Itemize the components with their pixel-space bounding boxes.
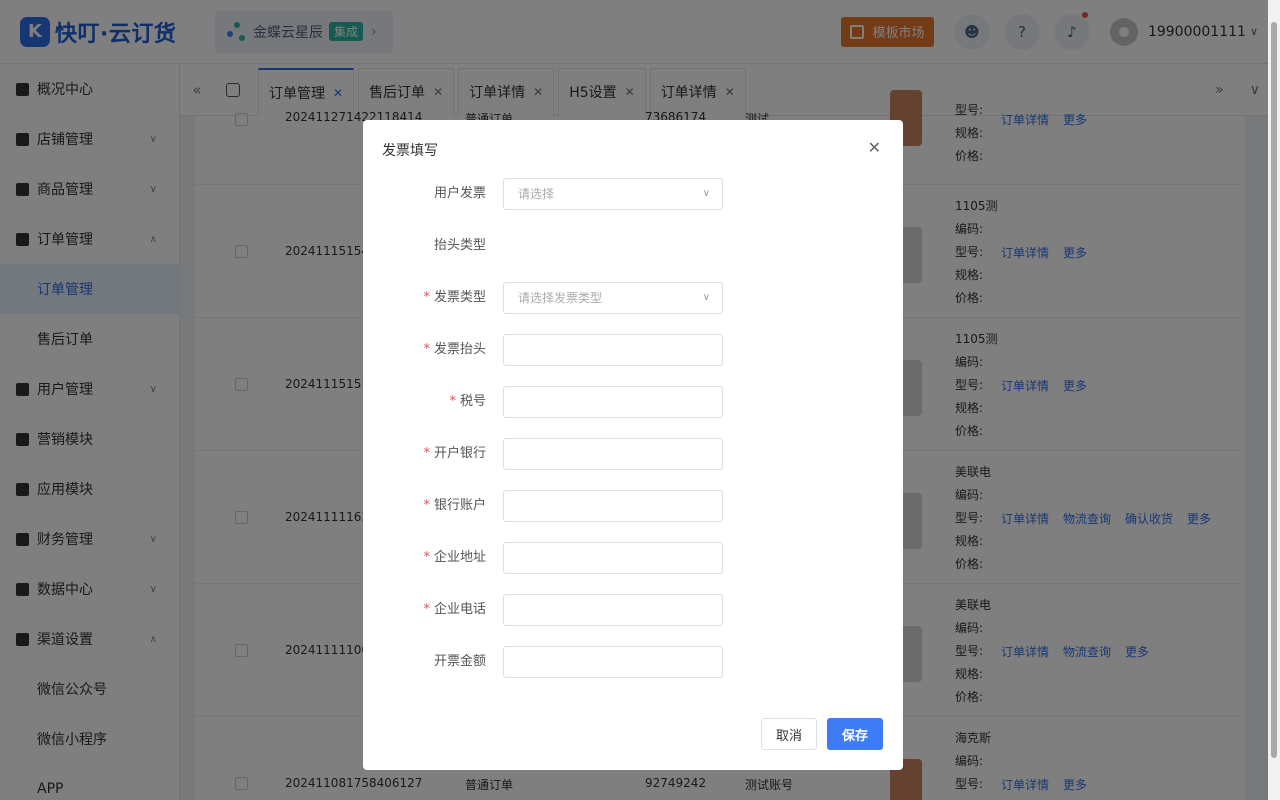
form-label-text: 发票类型 [433, 290, 486, 305]
bank-account-input[interactable] [503, 490, 723, 522]
company-phone-input[interactable] [503, 594, 723, 626]
form-row: * 银行账户 [363, 490, 903, 522]
form-label: * 银行账户 [423, 490, 486, 522]
invoice-amount-input[interactable] [503, 646, 723, 678]
form-row: * 企业地址 [363, 542, 903, 574]
form-row: * 发票抬头 [363, 334, 903, 366]
form-row: * 企业电话 [363, 594, 903, 626]
required-mark: * [423, 550, 430, 565]
tax-number-input[interactable] [503, 386, 723, 418]
form-row: * 开户银行 [363, 438, 903, 470]
invoice-title-input[interactable] [503, 334, 723, 366]
form-label-text: 抬头类型 [433, 238, 486, 253]
form-label: * 发票抬头 [423, 334, 486, 366]
save-button[interactable]: 保存 [827, 718, 883, 750]
form-label: 抬头类型 [434, 230, 486, 262]
invoice-type-select[interactable]: 请选择发票类型 ∨ [503, 282, 723, 314]
dialog-title: 发票填写 [382, 143, 438, 159]
close-icon[interactable]: ✕ [868, 138, 881, 157]
form-row: * 发票类型 请选择发票类型 ∨ [363, 282, 903, 314]
form-row: * 税号 [363, 386, 903, 418]
required-mark: * [449, 394, 456, 409]
user-invoice-select[interactable]: 请选择 ∨ [503, 178, 723, 210]
chevron-down-icon: ∨ [702, 292, 710, 303]
form-label-text: 企业电话 [433, 602, 486, 617]
invoice-dialog: 发票填写 ✕ 用户发票 请选择 ∨ 抬头类型 * 发票类型 请选择发票类型 ∨ * 发票抬头 * 税号… [363, 120, 903, 770]
form-label-text: 银行账户 [433, 498, 486, 513]
form-label: * 发票类型 [423, 282, 486, 314]
form-label: * 企业电话 [423, 594, 486, 626]
form-label: * 税号 [449, 386, 486, 418]
placeholder-text: 请选择 [518, 187, 555, 201]
form-label: 用户发票 [434, 178, 486, 210]
required-mark: * [423, 498, 430, 513]
required-mark: * [423, 342, 430, 357]
chevron-down-icon: ∨ [702, 188, 710, 199]
scrollbar-thumb[interactable] [1271, 22, 1277, 758]
form-row: 抬头类型 [363, 230, 903, 262]
form-row: 用户发票 请选择 ∨ [363, 178, 903, 210]
required-mark: * [423, 602, 430, 617]
cancel-button[interactable]: 取消 [761, 718, 817, 750]
form-label: 开票金额 [434, 646, 486, 678]
form-row: 开票金额 [363, 646, 903, 678]
form-label: * 开户银行 [423, 438, 486, 470]
form-label-text: 开户银行 [433, 446, 486, 461]
form-label-text: 发票抬头 [433, 342, 486, 357]
form-label-text: 开票金额 [433, 654, 486, 669]
form-label: * 企业地址 [423, 542, 486, 574]
page-scrollbar[interactable] [1268, 0, 1280, 800]
form-label-text: 税号 [459, 394, 486, 409]
required-mark: * [423, 290, 430, 305]
company-address-input[interactable] [503, 542, 723, 574]
bank-name-input[interactable] [503, 438, 723, 470]
form-label-text: 用户发票 [433, 186, 486, 201]
form-label-text: 企业地址 [433, 550, 486, 565]
required-mark: * [423, 446, 430, 461]
placeholder-text: 请选择发票类型 [518, 291, 603, 305]
